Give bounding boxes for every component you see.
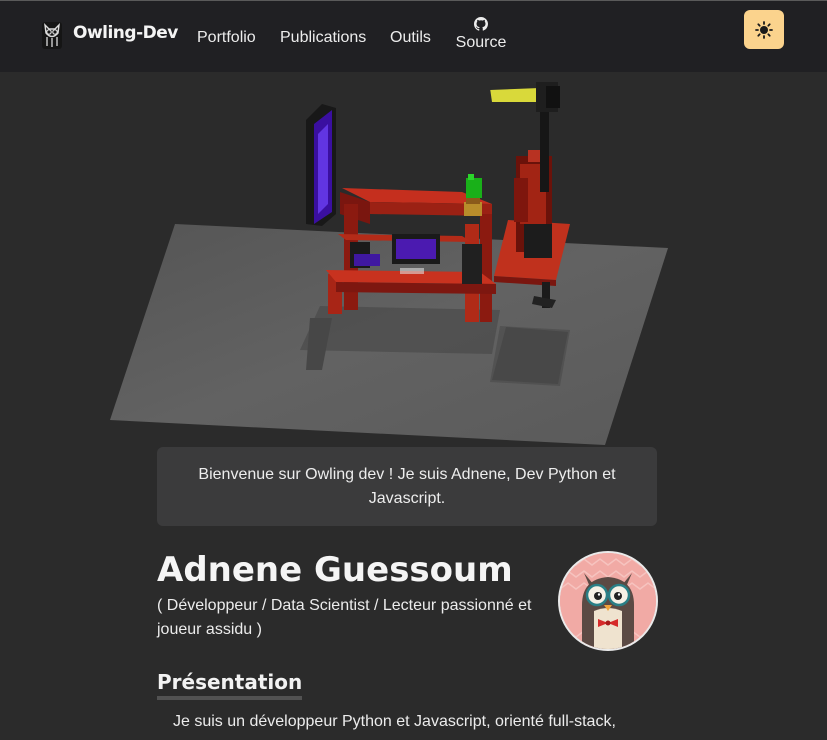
presentation-text: Je suis un développeur Python et Javascr…: [173, 713, 616, 730]
github-icon: [474, 17, 488, 31]
theme-toggle-button[interactable]: [744, 10, 784, 49]
brand-name[interactable]: Owling-Dev: [73, 23, 178, 43]
source-label: Source: [455, 34, 507, 51]
owl-logo-icon[interactable]: [41, 20, 63, 50]
navbar: Owling-Dev Portfolio Publications Outils…: [0, 1, 827, 72]
voxel-desk-scene[interactable]: [100, 74, 680, 449]
sun-icon: [755, 21, 773, 39]
nav-link-source[interactable]: Source: [455, 17, 507, 52]
avatar: [558, 551, 658, 651]
owl-avatar-image: [560, 553, 656, 649]
presentation-title: Présentation: [157, 670, 303, 700]
welcome-banner: Bienvenue sur Owling dev ! Je suis Adnen…: [157, 447, 657, 526]
profile-name: Adnene Guessoum: [157, 550, 513, 590]
nav-link-publications[interactable]: Publications: [280, 29, 366, 47]
profile-subtitle: ( Développeur / Data Scientist / Lecteur…: [157, 597, 532, 638]
nav-link-outils[interactable]: Outils: [390, 29, 431, 47]
nav-link-portfolio[interactable]: Portfolio: [197, 29, 256, 47]
